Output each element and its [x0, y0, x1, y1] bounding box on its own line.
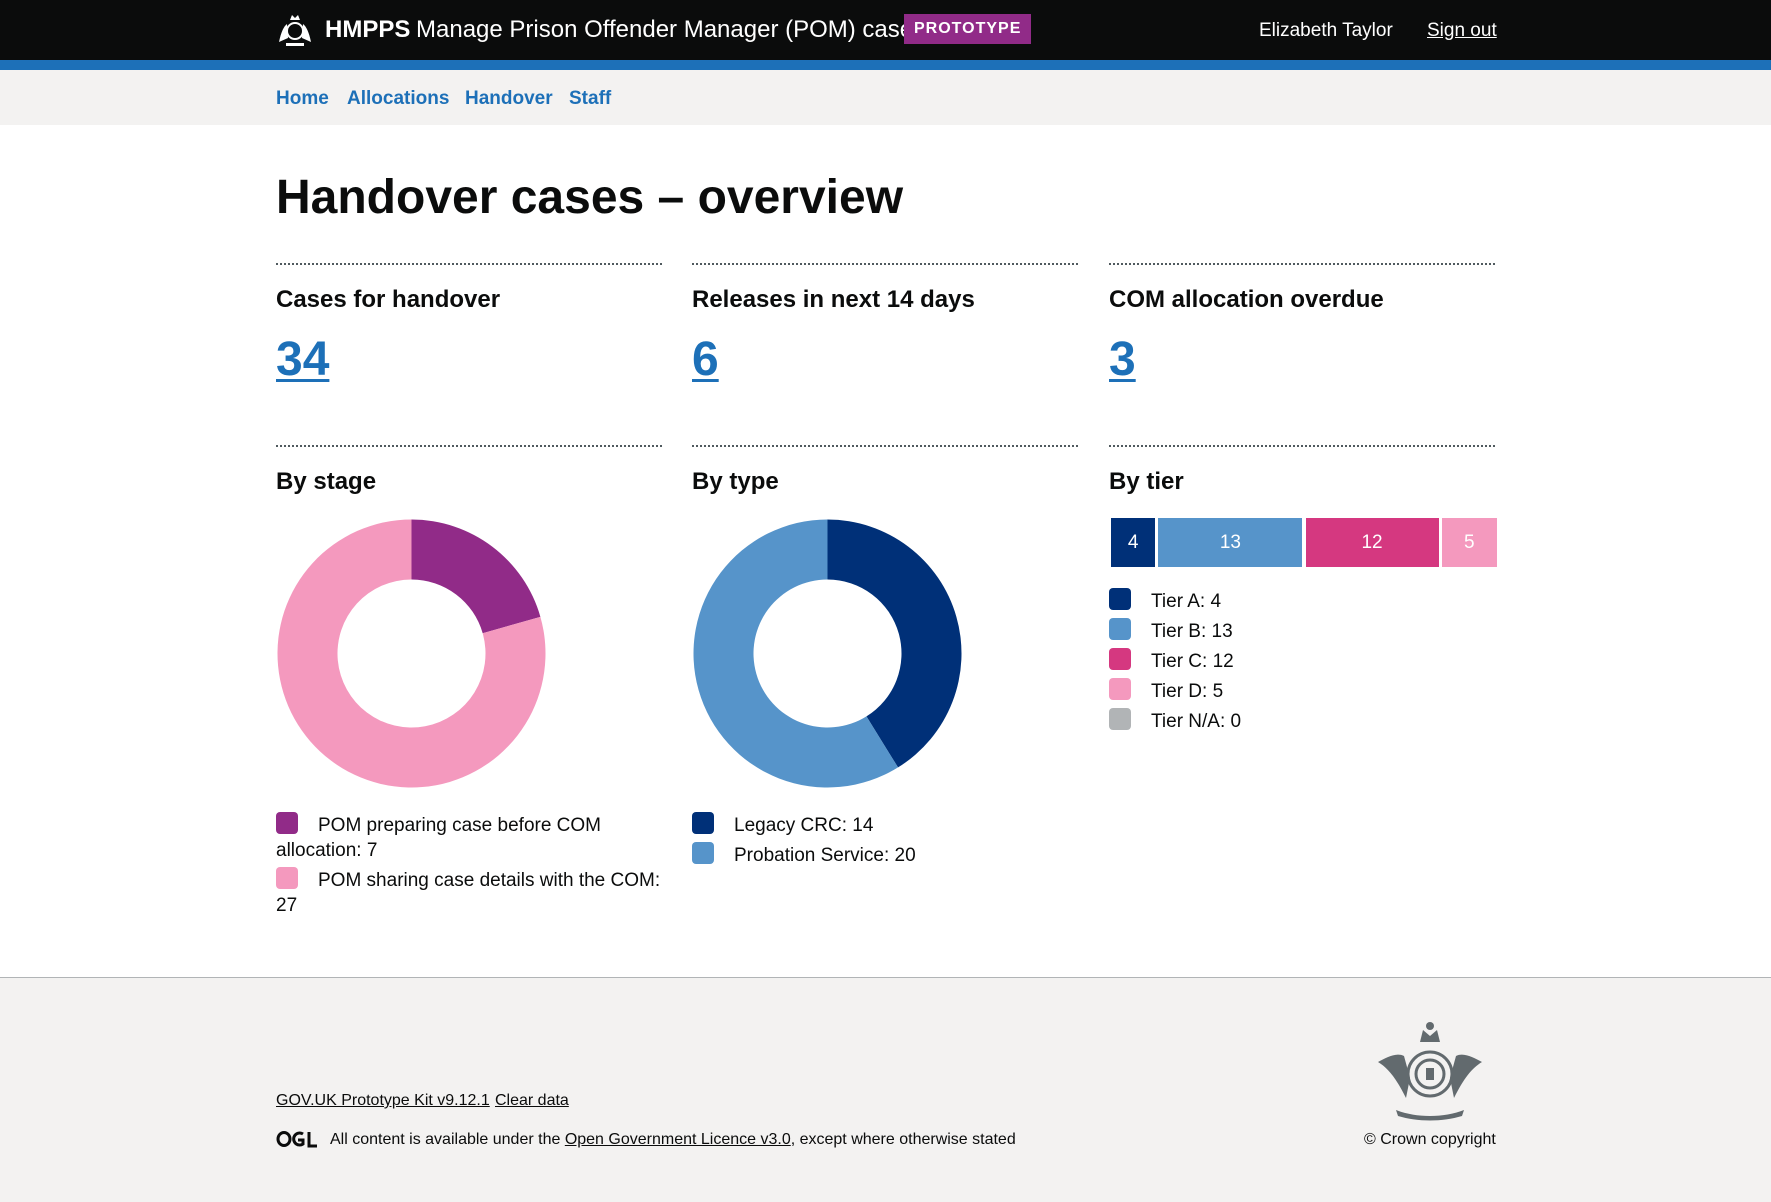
legend-label: Tier D: 5 — [1151, 681, 1224, 702]
legend-swatch — [1109, 708, 1131, 730]
legend-label: Probation Service: 20 — [734, 845, 916, 866]
donut-slice-pom-preparing-case-before-com-allocation — [411, 519, 541, 634]
licence-prefix: All content is available under the — [330, 1131, 565, 1148]
card-divider — [276, 263, 662, 265]
legend-label: POM sharing case details with the COM: 2… — [276, 870, 661, 916]
legend-swatch — [1109, 588, 1131, 610]
legend-item: Tier C: 12 — [1109, 648, 1499, 674]
legend-label: POM preparing case before COM allocation… — [276, 815, 602, 861]
chart-divider — [692, 445, 1078, 447]
by-type-donut-chart — [693, 519, 962, 788]
open-government-licence-link[interactable]: Open Government Licence v3.0 — [565, 1131, 791, 1148]
legend-swatch — [1109, 678, 1131, 700]
nav-staff[interactable]: Staff — [569, 86, 611, 111]
clear-data-link[interactable]: Clear data — [495, 1091, 569, 1111]
tier-bar-segment-tier-c: 12 — [1305, 518, 1439, 567]
footer — [0, 977, 1771, 1202]
card-divider — [692, 263, 1078, 265]
nav-home[interactable]: Home — [276, 86, 329, 111]
com-allocation-overdue-title: COM allocation overdue — [1109, 286, 1384, 313]
sign-out-link[interactable]: Sign out — [1427, 18, 1497, 43]
by-stage-donut-chart — [277, 519, 546, 788]
legend-label: Tier A: 4 — [1151, 591, 1222, 612]
cases-for-handover-count-link[interactable]: 34 — [276, 330, 329, 390]
legend-label: Legacy CRC: 14 — [734, 815, 874, 836]
cases-for-handover-title: Cases for handover — [276, 286, 501, 313]
card-divider — [1109, 263, 1495, 265]
legend-item: Tier B: 13 — [1109, 618, 1499, 644]
legend-item: Tier A: 4 — [1109, 588, 1499, 614]
page-title: Handover cases – overview — [276, 171, 904, 224]
licence-statement: All content is available under the Open … — [330, 1130, 1016, 1150]
licence-suffix: , except where otherwise stated — [790, 1131, 1016, 1148]
legend-swatch — [692, 842, 714, 864]
phase-tag: PROTOTYPE — [904, 14, 1032, 44]
tier-bar-segment-tier-a: 4 — [1111, 518, 1156, 567]
legend-label: Tier N/A: 0 — [1151, 711, 1242, 732]
tier-bar-segment-tier-d: 5 — [1441, 518, 1497, 567]
legend-item: Tier N/A: 0 — [1109, 708, 1499, 734]
nav-allocations[interactable]: Allocations — [347, 86, 449, 111]
crown-copyright: © Crown copyright — [1364, 1131, 1496, 1148]
legend-label: Tier C: 12 — [1151, 651, 1234, 672]
nav-handover[interactable]: Handover — [465, 86, 553, 111]
legend-swatch — [1109, 648, 1131, 670]
by-stage-title: By stage — [276, 468, 377, 495]
header-blue-stripe — [0, 60, 1771, 70]
ogl-logo-icon — [276, 1131, 317, 1148]
royal-crest-icon — [279, 15, 311, 46]
releases-next-14-days-count-link[interactable]: 6 — [692, 330, 719, 390]
user-name: Elizabeth Taylor — [1259, 20, 1393, 41]
by-tier-title: By tier — [1109, 468, 1184, 495]
primary-navigation — [0, 70, 1771, 125]
legend-swatch — [276, 867, 298, 889]
royal-coat-of-arms-icon — [1378, 1022, 1482, 1121]
prototype-kit-link[interactable]: GOV.UK Prototype Kit v9.12.1 — [276, 1091, 490, 1111]
legend-item: POM sharing case details with the COM: 2… — [276, 867, 666, 918]
legend-swatch — [1109, 618, 1131, 640]
legend-item: Probation Service: 20 — [692, 842, 1082, 868]
legend-item: Tier D: 5 — [1109, 678, 1499, 704]
legend-label: Tier B: 13 — [1151, 621, 1233, 642]
legend-item: POM preparing case before COM allocation… — [276, 812, 666, 863]
tier-bar-segment-tier-b: 13 — [1158, 518, 1303, 567]
legend-swatch — [692, 812, 714, 834]
legend-swatch — [276, 812, 298, 834]
chart-divider — [276, 445, 662, 447]
org-logo-text[interactable]: HMPPS — [325, 14, 410, 46]
service-name[interactable]: Manage Prison Offender Manager (POM) cas… — [416, 14, 925, 46]
chart-divider — [1109, 445, 1495, 447]
com-allocation-overdue-count-link[interactable]: 3 — [1109, 330, 1136, 390]
by-type-title: By type — [692, 468, 779, 495]
releases-next-14-days-title: Releases in next 14 days — [692, 286, 975, 313]
legend-item: Legacy CRC: 14 — [692, 812, 1082, 838]
